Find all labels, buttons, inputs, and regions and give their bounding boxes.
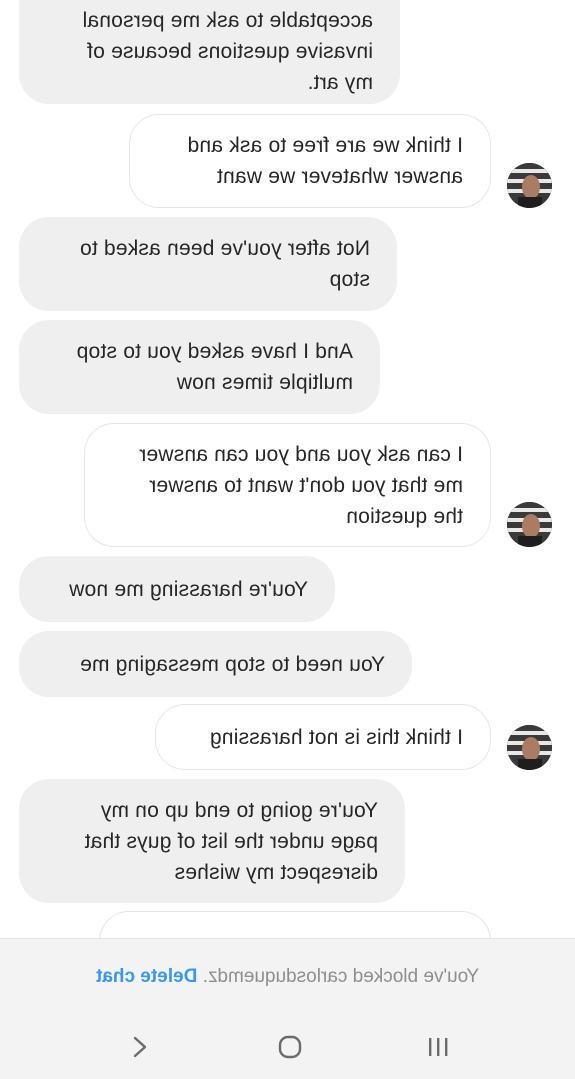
avatar[interactable] (507, 725, 552, 770)
blocked-notice: You've blocked carlosduquemdz. Delete ch… (96, 966, 479, 988)
message-bubble-incoming[interactable]: And I have asked you to stop multiple ti… (19, 320, 380, 414)
message-text: I think this is not harassing (209, 725, 463, 749)
message-bubble-outgoing[interactable]: I can ask you and you can answer me that… (84, 423, 491, 547)
message-text: You need to stop messaging me (79, 652, 385, 676)
message-text: I think we are free to ask and answer wh… (187, 134, 463, 188)
message-text: acceptable to ask me personal invasive q… (82, 8, 373, 94)
message-bubble-incoming[interactable]: You're harassing me now (19, 556, 335, 622)
message-thread[interactable]: acceptable to ask me personal invasive q… (0, 0, 575, 938)
message-text: I can ask you and you can answer me that… (139, 442, 463, 528)
message-bubble-incoming[interactable]: Not after you've been asked to stop (19, 217, 397, 311)
message-bubble-incoming[interactable]: You need to stop messaging me (19, 631, 412, 697)
delete-chat-link[interactable]: Delete chat (96, 966, 197, 987)
home-circle-icon[interactable] (266, 1014, 314, 1079)
message-bubble-incoming[interactable]: You're going to end up on my page under … (19, 779, 405, 903)
chevron-back-icon[interactable] (118, 1014, 162, 1079)
message-text: And I have asked you to stop multiple ti… (76, 340, 353, 394)
message-bubble-outgoing[interactable]: I think this is not harassing (155, 704, 491, 770)
message-text: Not after you've been asked to stop (79, 237, 370, 291)
avatar[interactable] (507, 502, 552, 547)
system-navigation-bar (0, 1014, 575, 1079)
message-text: You're going to end up on my page under … (84, 798, 378, 884)
blocked-notice-bar: You've blocked carlosduquemdz. Delete ch… (0, 938, 575, 1015)
mirrored-thread: acceptable to ask me personal invasive q… (0, 0, 575, 938)
message-bubble-outgoing[interactable]: I think we are free to ask and answer wh… (129, 114, 491, 208)
avatar[interactable] (507, 163, 552, 208)
blocked-text: You've blocked carlosduquemdz. (202, 966, 480, 987)
message-bubble-outgoing-partial[interactable] (99, 911, 491, 938)
message-bubble-incoming[interactable]: acceptable to ask me personal invasive q… (19, 0, 400, 104)
message-text: You're harassing me now (69, 577, 308, 601)
recents-bars-icon[interactable] (416, 1014, 460, 1079)
